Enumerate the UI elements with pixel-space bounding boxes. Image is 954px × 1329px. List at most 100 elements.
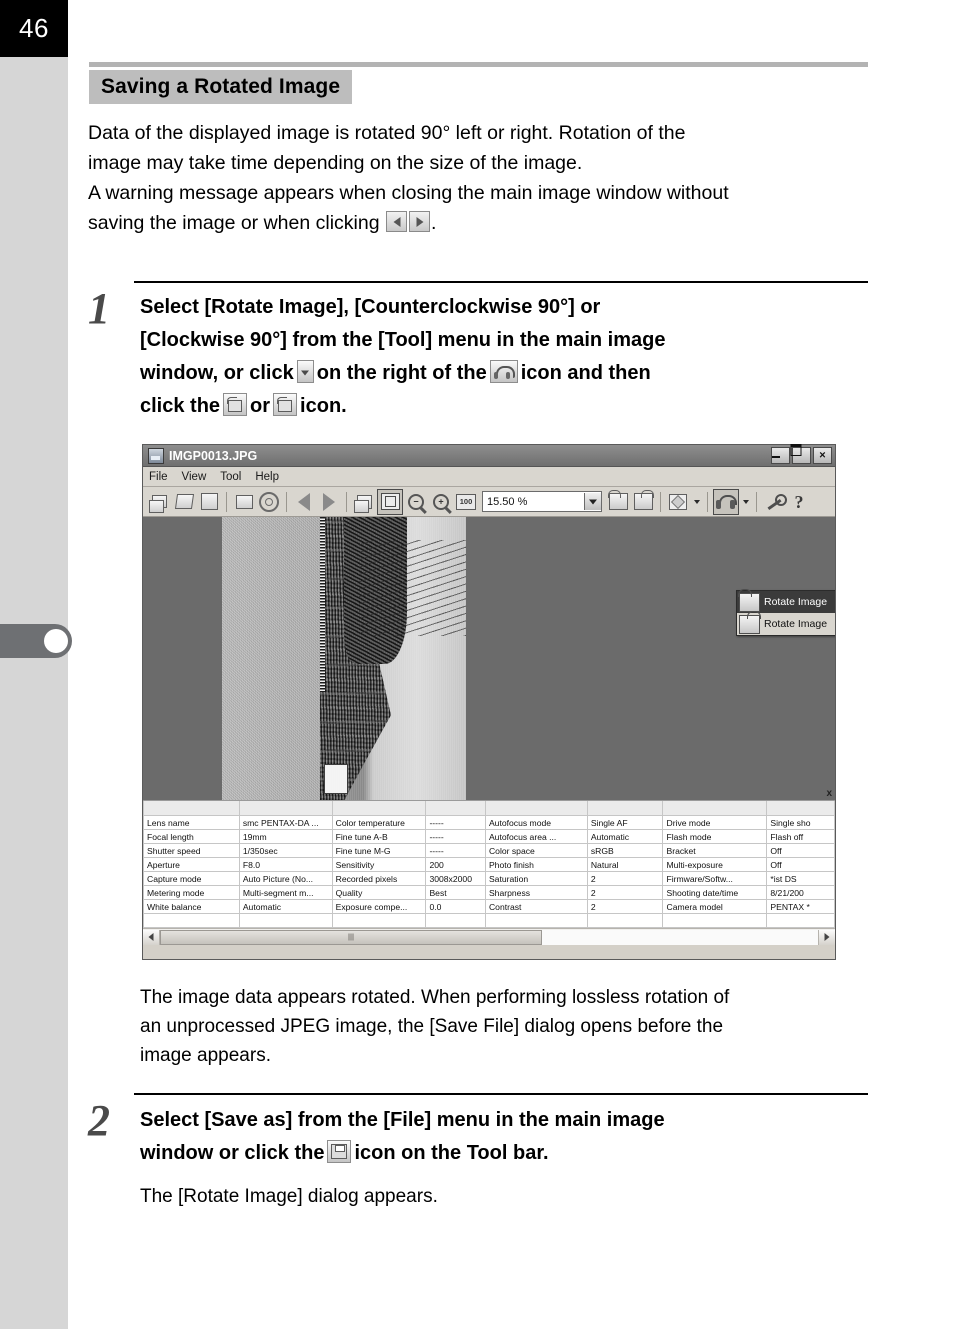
step-2-text: Select [Save as] from the [File] menu in… — [140, 1104, 910, 1170]
image-viewport: Rotate Image Rotate Image x — [143, 517, 835, 801]
table-row: White balance Automatic Exposure compe..… — [143, 899, 835, 914]
menu-item-rotate-ccw-label: Rotate Image — [764, 596, 828, 608]
scrollbar-track[interactable] — [160, 929, 818, 945]
next-image-icon[interactable] — [317, 490, 341, 514]
menu-item-rotate-ccw[interactable]: Rotate Image — [737, 588, 835, 613]
metadata-key: Exposure compe... — [331, 899, 427, 914]
metadata-value: ----- — [425, 829, 486, 844]
toolbar-separator — [707, 491, 708, 512]
close-icon[interactable]: x — [826, 789, 832, 799]
tools-icon[interactable] — [762, 490, 787, 514]
metadata-key: Camera model — [662, 899, 768, 914]
step-2-line-1: Select [Save as] from the [File] menu in… — [140, 1109, 665, 1131]
page-title: Saving a Rotated Image — [101, 75, 341, 98]
step-2-line-2: window or click the icon on the Tool bar. — [140, 1137, 910, 1170]
metadata-key: Flash mode — [662, 829, 768, 844]
metadata-key: Color space — [484, 843, 588, 858]
step-2-note: The [Rotate Image] dialog appears. — [140, 1182, 840, 1211]
step-2-rule — [134, 1093, 868, 1095]
save-icon[interactable] — [197, 490, 221, 514]
window-title: IMGP0013.JPG — [169, 448, 258, 463]
intro-line-1: Data of the displayed image is rotated 9… — [88, 122, 686, 144]
step-1-text: Select [Rotate Image], [Counterclockwise… — [140, 291, 900, 423]
metadata-key: Multi-exposure — [662, 857, 768, 872]
save-icon — [327, 1140, 352, 1163]
open-folder-icon[interactable] — [172, 490, 196, 514]
toolbar-separator — [756, 491, 757, 512]
browser-icon[interactable] — [352, 490, 376, 514]
intro-line-2: image may take time depending on the siz… — [88, 152, 583, 174]
table-row: Lens name smc PENTAX-DA ... Color temper… — [143, 815, 835, 830]
heading-rule — [89, 62, 868, 67]
rotate-ccw-icon[interactable] — [606, 490, 630, 514]
step-1-line-3a: window, or click — [140, 362, 294, 384]
close-button[interactable]: × — [813, 447, 832, 464]
metadata-value: PENTAX * — [766, 899, 835, 914]
help-icon[interactable]: ? — [787, 490, 811, 514]
minimize-button[interactable] — [771, 447, 790, 464]
menu-item-view[interactable]: View — [182, 471, 207, 483]
zoom-level-combobox[interactable]: 15.50 % — [482, 491, 602, 512]
zoom-out-icon[interactable]: − — [404, 490, 428, 514]
metadata-key: White balance — [143, 899, 240, 914]
metadata-key: Fine tune A-B — [331, 829, 427, 844]
metadata-key: Contrast — [484, 899, 588, 914]
scroll-left-arrow-icon[interactable] — [143, 929, 160, 945]
window-titlebar: IMGP0013.JPG × — [143, 444, 835, 467]
horizontal-scrollbar[interactable] — [143, 928, 835, 945]
toolbar-separator — [286, 491, 287, 512]
metadata-value: 200 — [425, 857, 486, 872]
intro-paragraph: Data of the displayed image is rotated 9… — [88, 118, 888, 238]
previous-image-icon[interactable] — [292, 490, 316, 514]
metadata-value: 2 — [586, 885, 664, 900]
metadata-value: 0.0 — [425, 899, 486, 914]
step-1-note-line-3: image appears. — [140, 1045, 271, 1066]
table-row — [143, 913, 835, 928]
step-1-note-line-2: an unprocessed JPEG image, the [Save Fil… — [140, 1016, 724, 1037]
main-image-window-screenshot: IMGP0013.JPG × File View Tool Help − + 1… — [142, 444, 836, 960]
actual-size-icon[interactable]: 100 — [454, 490, 478, 514]
rotated-photo — [222, 517, 466, 800]
previous-image-icon — [386, 211, 407, 232]
toolbar-separator — [226, 491, 227, 512]
step-1-line-4a: click the — [140, 395, 221, 417]
zoom-in-icon[interactable]: + — [429, 490, 453, 514]
metadata-value: sRGB — [586, 843, 664, 858]
intro-line-4-text: saving the image or when clicking — [88, 212, 380, 234]
metadata-value: 19mm — [238, 829, 333, 844]
metadata-key: Fine tune M-G — [331, 843, 427, 858]
metadata-key: Color temperature — [331, 815, 427, 830]
metadata-key: Focal length — [143, 829, 240, 844]
effects-dropdown-arrow[interactable] — [691, 490, 702, 514]
metadata-value: Off — [766, 843, 835, 858]
rotate-cw-icon — [273, 393, 298, 416]
table-row: Focal length 19mm Fine tune A-B ----- Au… — [143, 829, 835, 844]
effects-icon[interactable] — [666, 490, 690, 514]
step-1-note-line-1: The image data appears rotated. When per… — [140, 987, 730, 1008]
intro-line-3: A warning message appears when closing t… — [88, 182, 729, 204]
maximize-button[interactable] — [790, 444, 811, 464]
menu-item-rotate-cw[interactable]: Rotate Image — [737, 610, 835, 635]
menu-item-file[interactable]: File — [149, 471, 168, 483]
rotate-cw-icon[interactable] — [631, 490, 655, 514]
scroll-right-arrow-icon[interactable] — [818, 929, 835, 945]
new-window-icon[interactable] — [147, 490, 171, 514]
metadata-value: Automatic — [238, 899, 333, 914]
fit-to-window-icon[interactable] — [377, 488, 403, 515]
metadata-value: 8/21/200 — [766, 885, 835, 900]
toolbar-separator — [346, 491, 347, 512]
scrollbar-thumb[interactable] — [160, 929, 542, 945]
step-2-line-2a: window or click the — [140, 1142, 325, 1164]
step-1-rule — [134, 281, 868, 283]
rotate-image-icon[interactable] — [713, 488, 739, 515]
application-icon — [148, 447, 164, 464]
chapter-marker — [0, 624, 72, 658]
metadata-table: Lens name smc PENTAX-DA ... Color temper… — [143, 801, 835, 928]
zoom-dropdown-arrow[interactable] — [584, 493, 601, 510]
menu-item-tool[interactable]: Tool — [220, 471, 241, 483]
menu-item-help[interactable]: Help — [255, 471, 279, 483]
settings-gear-icon[interactable] — [257, 490, 281, 514]
rotate-image-dropdown-arrow[interactable] — [740, 490, 751, 514]
print-box-icon[interactable] — [232, 490, 256, 514]
table-row: Metering mode Multi-segment m... Quality… — [143, 885, 835, 900]
